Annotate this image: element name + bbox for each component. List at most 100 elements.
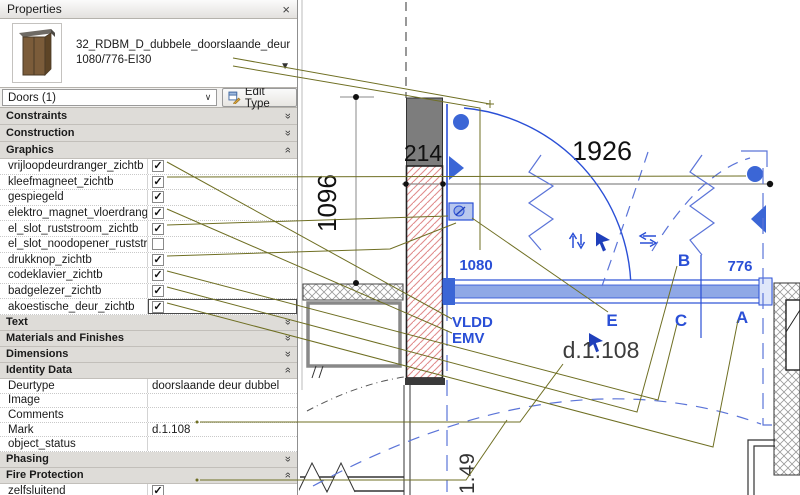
break-symbol-right xyxy=(690,155,714,255)
letter-c: C xyxy=(675,311,687,330)
dim-dot xyxy=(353,94,359,100)
swap-vertical-icon-2 xyxy=(578,234,585,248)
deurtype-value[interactable]: doorslaande deur dubbel xyxy=(148,379,297,393)
param-row-gespiegeld: gespiegeld ✓ xyxy=(0,190,297,206)
edit-type-icon xyxy=(228,91,241,104)
door-panel-fill xyxy=(445,285,770,298)
panel-title: Properties xyxy=(7,2,62,16)
section-phasing[interactable]: Phasing « xyxy=(0,452,297,468)
swap-horizontal-icon xyxy=(640,233,656,247)
plan-view: 1096 214 1926 xyxy=(299,0,800,495)
object-status-value[interactable] xyxy=(148,437,297,451)
chevron-expand-icon: « xyxy=(282,319,294,325)
checkbox-badgelezer[interactable]: ✓ xyxy=(152,285,164,297)
chevron-expand-icon: « xyxy=(282,335,294,341)
chevron-expand-icon: « xyxy=(282,130,294,136)
swap-vertical-icon xyxy=(570,234,577,249)
letter-e: E xyxy=(606,311,617,330)
properties-panel: Properties × 32_RDBM_D_dubbele_doorslaan… xyxy=(0,0,298,495)
section-dimensions[interactable]: Dimensions « xyxy=(0,347,297,363)
label-vldd: VLDD xyxy=(452,314,493,331)
dim-text-1926[interactable]: 1926 xyxy=(572,136,632,166)
checkbox-el-slot-noodopener[interactable] xyxy=(152,238,164,250)
image-value[interactable] xyxy=(148,394,297,408)
section-text[interactable]: Text « xyxy=(0,315,297,331)
chevron-collapse-icon: » xyxy=(282,147,294,153)
checkbox-vrijloopdeurdranger[interactable]: ✓ xyxy=(152,160,164,172)
break-symbol-left xyxy=(529,155,553,250)
dim-text-1096[interactable]: 1096 xyxy=(312,174,342,232)
door-3d-icon xyxy=(17,27,57,79)
door-swing-dashed-inner xyxy=(602,152,648,286)
type-name-line2: 1080/776-EI30 xyxy=(76,53,266,68)
type-selector[interactable]: 32_RDBM_D_dubbele_doorslaande_deur 1080/… xyxy=(0,19,297,88)
panel-titlebar[interactable]: Properties × xyxy=(0,0,297,19)
edit-type-label: Edit Type xyxy=(245,86,291,110)
param-row-object-status: object_status xyxy=(0,437,297,452)
param-row-badgelezer: badgelezer_zichtb ✓ xyxy=(0,284,297,300)
checkbox-zelfsluitend[interactable]: ✓ xyxy=(152,485,164,495)
param-row-image: Image xyxy=(0,394,297,409)
section-constraints[interactable]: Constraints « xyxy=(0,108,297,125)
section-identity-data[interactable]: Identity Data » xyxy=(0,363,297,379)
param-row-kleefmagneet: kleefmagneet_zichtb ✓ xyxy=(0,175,297,191)
hinge-triangle-left xyxy=(449,156,464,180)
param-row-el-slot-ruststroom: el_slot_ruststroom_zichtb ✓ xyxy=(0,221,297,237)
kleefmagneet-symbol-right xyxy=(747,166,763,182)
section-graphics[interactable]: Graphics » xyxy=(0,142,297,159)
section-construction[interactable]: Construction « xyxy=(0,125,297,142)
param-row-mark: Mark d.1.108 xyxy=(0,423,297,438)
chevron-collapse-icon: » xyxy=(282,472,294,478)
hinge-triangle-right xyxy=(751,205,766,233)
category-filter-combo[interactable]: Doors (1) ∨ xyxy=(2,89,217,106)
category-filter-value: Doors (1) xyxy=(8,92,56,104)
other-door-mark[interactable]: 1.49 xyxy=(456,453,479,494)
chevron-expand-icon: « xyxy=(282,113,294,119)
type-dropdown-icon[interactable]: ▼ xyxy=(280,61,290,72)
dim-dot xyxy=(767,181,773,187)
close-icon[interactable]: × xyxy=(282,3,290,16)
checkbox-gespiegeld[interactable]: ✓ xyxy=(152,191,164,203)
wall-section-hatched xyxy=(407,166,443,378)
plan-drawing[interactable]: 1096 214 1926 xyxy=(299,0,800,495)
dim-text-214[interactable]: 214 xyxy=(404,140,443,166)
leaf-dim-776: 776 xyxy=(727,258,752,275)
door-swing-dashed-bottom xyxy=(313,399,761,486)
section-materials[interactable]: Materials and Finishes « xyxy=(0,331,297,347)
edit-type-button[interactable]: Edit Type xyxy=(222,88,297,107)
label-emv: EMV xyxy=(452,330,485,347)
mark-value[interactable]: d.1.108 xyxy=(148,423,297,437)
wall-end-cap xyxy=(405,378,445,385)
param-row-akoestische-deur: akoestische_deur_zichtb ✓ xyxy=(0,299,297,315)
right-wall-niche xyxy=(786,300,800,370)
kleefmagneet-symbol xyxy=(453,114,469,130)
letter-b: B xyxy=(678,251,690,270)
door-panel-cap-left xyxy=(443,278,455,305)
param-row-deurtype: Deurtype doorslaande deur dubbel xyxy=(0,379,297,394)
param-row-el-slot-noodopener: el_slot_noodopener_ruststro... xyxy=(0,237,297,253)
door-mark-text[interactable]: d.1.108 xyxy=(563,337,640,363)
dim-dot xyxy=(440,181,446,187)
selection-row: Doors (1) ∨ Edit Type xyxy=(0,88,297,108)
chevron-expand-icon: « xyxy=(282,456,294,462)
dashed-corner-bracket xyxy=(741,151,767,167)
type-name-line1: 32_RDBM_D_dubbele_doorslaande_deur xyxy=(76,38,266,53)
door-panel-cap-right xyxy=(759,278,772,305)
chevron-collapse-icon: » xyxy=(282,367,294,373)
section-fire-protection[interactable]: Fire Protection » xyxy=(0,468,297,484)
param-row-vrijloopdeurdranger: vrijloopdeurdranger_zichtb ✓ xyxy=(0,159,297,175)
wall-band-hatched xyxy=(303,284,403,300)
checkbox-elektro-magnet[interactable]: ✓ xyxy=(152,207,164,219)
param-row-drukknop: drukknop_zichtb ✓ xyxy=(0,253,297,269)
combo-chevron-icon: ∨ xyxy=(205,92,212,103)
checkbox-kleefmagneet[interactable]: ✓ xyxy=(152,176,164,188)
checkbox-drukknop[interactable]: ✓ xyxy=(152,254,164,266)
revit-window: Properties × 32_RDBM_D_dubbele_doorslaan… xyxy=(0,0,800,495)
checkbox-akoestische-deur[interactable]: ✓ xyxy=(152,301,164,313)
leaf-dim-1080: 1080 xyxy=(459,257,492,274)
checkbox-codeklavier[interactable]: ✓ xyxy=(152,269,164,281)
comments-value[interactable] xyxy=(148,408,297,422)
chevron-expand-icon: « xyxy=(282,351,294,357)
param-row-comments: Comments xyxy=(0,408,297,423)
checkbox-el-slot-ruststroom[interactable]: ✓ xyxy=(152,223,164,235)
